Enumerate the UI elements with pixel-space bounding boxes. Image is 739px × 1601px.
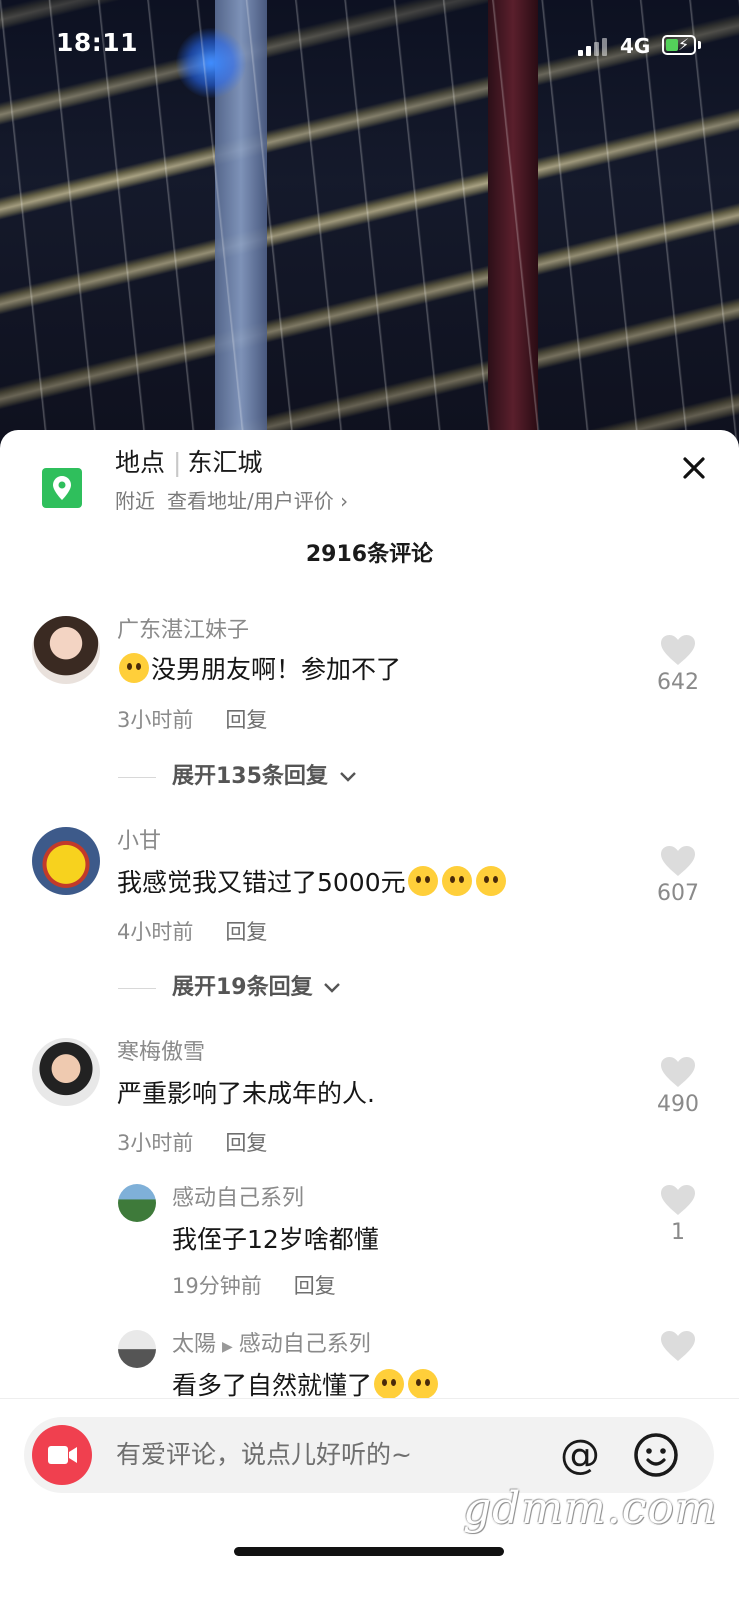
comment-input-bar: 有爱评论，说点儿好听的~ @ gdmm.com <box>0 1398 739 1601</box>
like-count: 1 <box>671 1220 685 1245</box>
emoji-button[interactable] <box>632 1431 680 1479</box>
expand-replies-button[interactable]: 展开19条回复 <box>118 973 342 1003</box>
avatar[interactable] <box>32 1038 100 1106</box>
at-icon: @ <box>560 1432 600 1478</box>
expand-replies-label: 展开135条回复 <box>172 764 328 789</box>
avatar[interactable] <box>32 616 100 684</box>
mention-button[interactable]: @ <box>556 1431 604 1479</box>
signal-icon <box>578 38 612 56</box>
comment-author[interactable]: 寒梅傲雪 <box>117 1038 205 1068</box>
comment-input[interactable]: 有爱评论，说点儿好听的~ @ <box>24 1417 714 1493</box>
comment-author[interactable]: 广东湛江妹子 <box>117 616 249 646</box>
location-name[interactable]: 东汇城 <box>187 448 262 477</box>
comment-text: 我感觉我又错过了5000元 <box>117 865 508 901</box>
comment-time: 4小时前 <box>117 920 194 944</box>
reply-button[interactable]: 回复 <box>225 708 267 732</box>
heart-icon <box>661 1185 695 1215</box>
reply-author-name[interactable]: 太陽 <box>172 1332 216 1357</box>
location-title[interactable]: 地点 | 东汇城 <box>115 444 262 482</box>
comment-time: 3小时前 <box>117 1131 194 1155</box>
camera-button[interactable] <box>32 1425 92 1485</box>
pleading-face-emoji-icon <box>407 866 438 896</box>
like-button[interactable] <box>643 1330 713 1362</box>
reply-button[interactable]: 回复 <box>294 1274 336 1298</box>
smile-icon <box>634 1433 678 1477</box>
network-type: 4G <box>620 34 651 58</box>
comment-body: 我感觉我又错过了5000元 <box>117 868 406 897</box>
comment-author[interactable]: 小甘 <box>117 827 161 857</box>
avatar[interactable] <box>118 1184 156 1222</box>
like-count: 642 <box>657 670 699 695</box>
reply-author: 太陽 ▶ 感动自己系列 <box>172 1330 371 1362</box>
location-pin-icon[interactable] <box>42 468 82 508</box>
comment-meta: 3小时前 回复 <box>117 705 267 735</box>
avatar[interactable] <box>118 1330 156 1368</box>
chevron-down-icon <box>339 772 356 782</box>
chevron-down-icon <box>324 983 341 993</box>
comment-meta: 4小时前 回复 <box>117 917 267 947</box>
chevron-right-icon: › <box>340 489 349 513</box>
comment-count: 2916条评论 <box>305 542 434 567</box>
like-button[interactable]: 642 <box>643 634 713 695</box>
reply-meta: 19分钟前 回复 <box>172 1271 336 1301</box>
close-icon <box>683 457 705 479</box>
comment-text: 没男朋友啊！参加不了 <box>117 652 401 688</box>
video-camera-icon <box>48 1446 77 1464</box>
reply-button[interactable]: 回复 <box>225 920 267 944</box>
smirking-emoji-icon <box>408 1369 439 1399</box>
avatar[interactable] <box>32 827 100 895</box>
close-button[interactable] <box>676 450 712 486</box>
grinning-emoji-icon <box>374 1369 405 1399</box>
comment-text: 严重影响了未成年的人. <box>117 1079 375 1108</box>
heart-icon <box>661 635 695 665</box>
laughing-tears-emoji-icon <box>119 653 149 683</box>
comment-body: 没男朋友啊！参加不了 <box>151 655 402 684</box>
like-button[interactable]: 490 <box>643 1056 713 1117</box>
location-detail-link[interactable]: 查看地址/用户评价 <box>167 489 334 513</box>
location-subtitle[interactable]: 附近 查看地址/用户评价 › <box>115 486 348 516</box>
reply-to-name[interactable]: 感动自己系列 <box>239 1332 371 1357</box>
reply-text: 我侄子12岁啥都懂 <box>172 1225 379 1254</box>
status-bar: 18:11 4G ⚡ <box>0 0 739 90</box>
location-label: 地点 <box>115 448 166 477</box>
battery-tip <box>698 41 701 49</box>
heart-icon <box>661 1057 695 1087</box>
reply-author[interactable]: 感动自己系列 <box>172 1184 304 1214</box>
reply-time: 19分钟前 <box>172 1274 262 1298</box>
like-count: 490 <box>657 1092 699 1117</box>
status-time: 18:11 <box>56 28 139 57</box>
home-indicator[interactable] <box>234 1547 504 1556</box>
pleading-face-emoji-icon <box>441 866 472 896</box>
reply-body: 看多了自然就懂了 <box>172 1371 373 1400</box>
expand-replies-button[interactable]: 展开135条回复 <box>118 762 358 792</box>
like-count: 607 <box>657 881 699 906</box>
expand-replies-label: 展开19条回复 <box>172 975 313 1000</box>
like-button[interactable]: 1 <box>643 1184 713 1245</box>
watermark: gdmm.com <box>463 1483 718 1534</box>
battery-icon: ⚡ <box>662 35 696 55</box>
comment-time: 3小时前 <box>117 708 194 732</box>
heart-icon <box>661 1331 695 1361</box>
reply-to-arrow-icon: ▶ <box>222 1339 233 1355</box>
comment-meta: 3小时前 回复 <box>117 1128 267 1158</box>
reply-button[interactable]: 回复 <box>225 1131 267 1155</box>
comment-input-placeholder[interactable]: 有爱评论，说点儿好听的~ <box>116 1439 412 1471</box>
like-button[interactable]: 607 <box>643 845 713 906</box>
pleading-face-emoji-icon <box>475 866 506 896</box>
location-nearby: 附近 <box>115 489 155 513</box>
heart-icon <box>661 846 695 876</box>
